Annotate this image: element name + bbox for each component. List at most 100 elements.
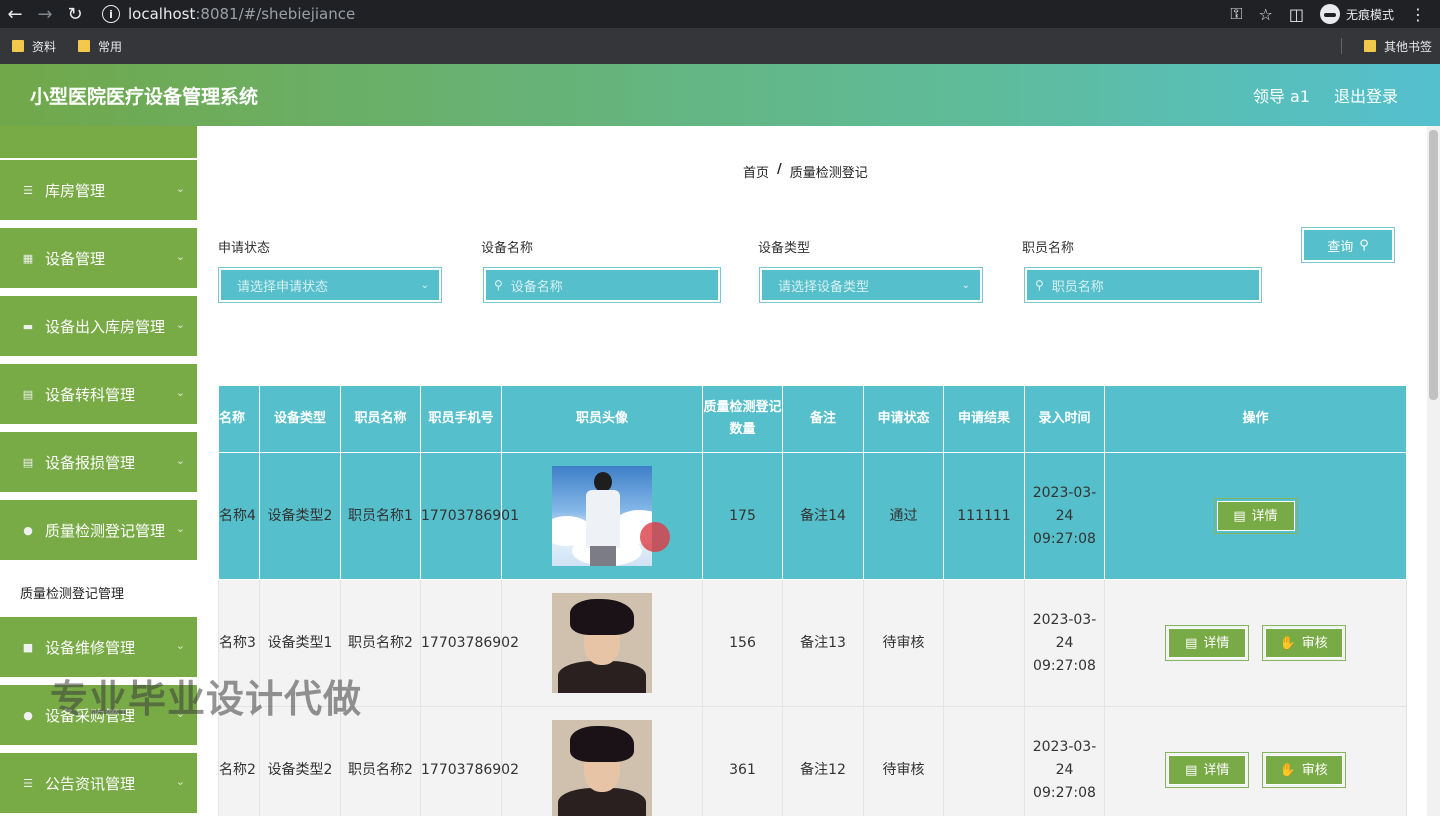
- more-menu-icon[interactable]: ⋮: [1410, 5, 1426, 24]
- incognito-icon: [1319, 4, 1340, 24]
- equipment-name-input[interactable]: ⚲ 设备名称: [483, 267, 721, 303]
- cell-note: 备注12: [782, 706, 864, 816]
- type-placeholder: 请选择设备类型: [778, 279, 870, 295]
- quality-check-table: 名称 设备类型 职员名称 职员手机号 职员头像 质量检测登记数量 备注 申请状态…: [218, 385, 1407, 816]
- bookmark-folder[interactable]: 资料: [12, 38, 56, 55]
- sidebar-item-label: 设备管理: [45, 249, 106, 268]
- avatar[interactable]: [552, 593, 652, 693]
- audit-label: 审核: [1301, 635, 1328, 651]
- chevron-down-icon: ⌄: [175, 639, 185, 652]
- detail-label: 详情: [1203, 635, 1230, 651]
- breadcrumb-home[interactable]: 首页: [743, 162, 769, 181]
- logout-link[interactable]: 退出登录: [1334, 83, 1398, 107]
- column-header: 备注: [782, 385, 864, 453]
- sidebar-item-news[interactable]: ☰ 公告资讯管理 ⌄: [0, 751, 197, 815]
- audit-button[interactable]: ✋ 审核: [1261, 752, 1346, 788]
- folder-icon: [78, 40, 91, 52]
- cell-phone: 17703786901: [420, 452, 519, 580]
- reload-icon[interactable]: ↻: [60, 0, 90, 28]
- thumb-icon: ✋: [1279, 635, 1296, 651]
- cell-note: 备注14: [782, 452, 864, 580]
- key-icon[interactable]: ⚿: [1230, 4, 1242, 24]
- list-icon: ☰: [23, 183, 33, 197]
- main-content: 首页 / 质量检测登记 申请状态 请选择申请状态 ⌄ 设备名称 ⚲ 设备名称 设…: [197, 126, 1427, 816]
- detail-button[interactable]: ▤ 详情: [1165, 752, 1250, 788]
- column-header: 申请结果: [943, 385, 1025, 453]
- current-user[interactable]: 领导 a1: [1253, 83, 1310, 107]
- pin-icon: ●: [23, 708, 33, 722]
- cell-result: [943, 706, 1025, 816]
- chevron-down-icon: ⌄: [175, 250, 185, 263]
- sidepanel-icon[interactable]: ◫: [1289, 5, 1304, 24]
- column-header: 职员名称: [340, 385, 421, 453]
- cell-time: 2023-03-24 09:27:08: [1024, 579, 1105, 707]
- type-filter-label: 设备类型: [758, 241, 811, 256]
- sidebar-item-loss[interactable]: ▤ 设备报损管理 ⌄: [0, 430, 197, 494]
- cell-result: [943, 579, 1025, 707]
- sidebar-item-equipment[interactable]: ▦ 设备管理 ⌄: [0, 226, 197, 290]
- folder-icon: [1363, 40, 1376, 52]
- user-icon: ●: [23, 523, 33, 537]
- star-icon[interactable]: ☆: [1259, 5, 1273, 24]
- cell-note: 备注13: [782, 579, 864, 707]
- sidebar-item-inout[interactable]: ▬ 设备出入库房管理 ⌄: [0, 294, 197, 358]
- box-icon: ▬: [22, 319, 34, 333]
- chevron-down-icon: ⌄: [961, 279, 970, 291]
- browser-toolbar: ← → ↻ i localhost:8081/#/shebiejiance ⚿ …: [0, 0, 1440, 28]
- table-row[interactable]: 名称4 设备类型2 职员名称1 17703786901 175 备注14 通过 …: [218, 452, 1407, 580]
- page-scrollbar[interactable]: [1427, 126, 1440, 816]
- status-placeholder: 请选择申请状态: [237, 279, 329, 295]
- sidebar-item-warehouse[interactable]: ☰ 库房管理 ⌄: [0, 158, 197, 222]
- bookmark-label: 常用: [98, 39, 123, 54]
- avatar[interactable]: [552, 720, 652, 816]
- mouse-cursor-highlight: [640, 522, 670, 552]
- audit-button[interactable]: ✋ 审核: [1261, 625, 1346, 661]
- bookmark-label: 资料: [32, 39, 57, 54]
- cell-status: 通过: [863, 452, 944, 580]
- query-button[interactable]: 查询 ⚲: [1301, 227, 1395, 263]
- status-select[interactable]: 请选择申请状态 ⌄: [218, 267, 442, 303]
- equipment-type-select[interactable]: 请选择设备类型 ⌄: [759, 267, 983, 303]
- detail-button[interactable]: ▤ 详情: [1213, 498, 1298, 534]
- list-icon: ☰: [23, 776, 33, 790]
- other-bookmarks[interactable]: 其他书签: [1363, 38, 1432, 55]
- cell-avatar: [501, 706, 703, 816]
- cell-actions: ▤ 详情 ✋ 审核: [1104, 579, 1407, 707]
- submenu-item-quality[interactable]: 质量检测登记管理: [0, 568, 197, 616]
- chevron-down-icon: ⌄: [420, 279, 429, 291]
- info-icon[interactable]: i: [102, 5, 120, 23]
- app-header: 小型医院医疗设备管理系统 领导 a1 退出登录: [0, 64, 1440, 126]
- cell-avatar: [501, 452, 703, 580]
- detail-button[interactable]: ▤ 详情: [1165, 625, 1250, 661]
- app-title: 小型医院医疗设备管理系统: [30, 85, 259, 108]
- search-icon: ⚲: [1035, 278, 1044, 292]
- column-header: 职员手机号: [420, 385, 502, 453]
- search-icon: ⚲: [494, 278, 503, 292]
- url-host: localhost: [128, 5, 196, 23]
- avatar[interactable]: [552, 466, 652, 566]
- breadcrumb-current: 质量检测登记: [789, 166, 868, 181]
- table-row[interactable]: 名称2 设备类型2 职员名称2 17703786902 361 备注12 待审核…: [218, 706, 1407, 816]
- address-bar[interactable]: localhost:8081/#/shebiejiance: [128, 5, 355, 23]
- sidebar-item-partial[interactable]: [0, 126, 197, 160]
- forward-icon[interactable]: →: [30, 0, 60, 28]
- sidebar-item-transfer[interactable]: ▤ 设备转科管理 ⌄: [0, 362, 197, 426]
- bookmark-folder[interactable]: 常用: [78, 38, 122, 55]
- incognito-indicator[interactable]: 无痕模式: [1319, 4, 1394, 24]
- column-header: 设备类型: [259, 385, 341, 453]
- sidebar-item-quality[interactable]: ● 质量检测登记管理 ⌄: [0, 498, 197, 562]
- cell-phone: 17703786902: [420, 579, 519, 707]
- sidebar-item-label: 设备报损管理: [45, 453, 136, 472]
- column-header: 申请状态: [863, 385, 944, 453]
- back-icon[interactable]: ←: [0, 0, 30, 28]
- detail-label: 详情: [1251, 508, 1278, 524]
- cell-phone: 17703786902: [420, 706, 519, 816]
- document-icon: ▤: [1233, 508, 1246, 524]
- scrollbar-thumb[interactable]: [1429, 130, 1438, 400]
- staff-name-input[interactable]: ⚲ 职员名称: [1024, 267, 1262, 303]
- sidebar-item-label: 质量检测登记管理: [45, 521, 166, 540]
- column-header: 职员头像: [501, 385, 703, 453]
- chevron-down-icon: ⌄: [175, 386, 185, 399]
- column-header: 录入时间: [1024, 385, 1105, 453]
- table-row[interactable]: 名称3 设备类型1 职员名称2 17703786902 156 备注13 待审核…: [218, 579, 1407, 707]
